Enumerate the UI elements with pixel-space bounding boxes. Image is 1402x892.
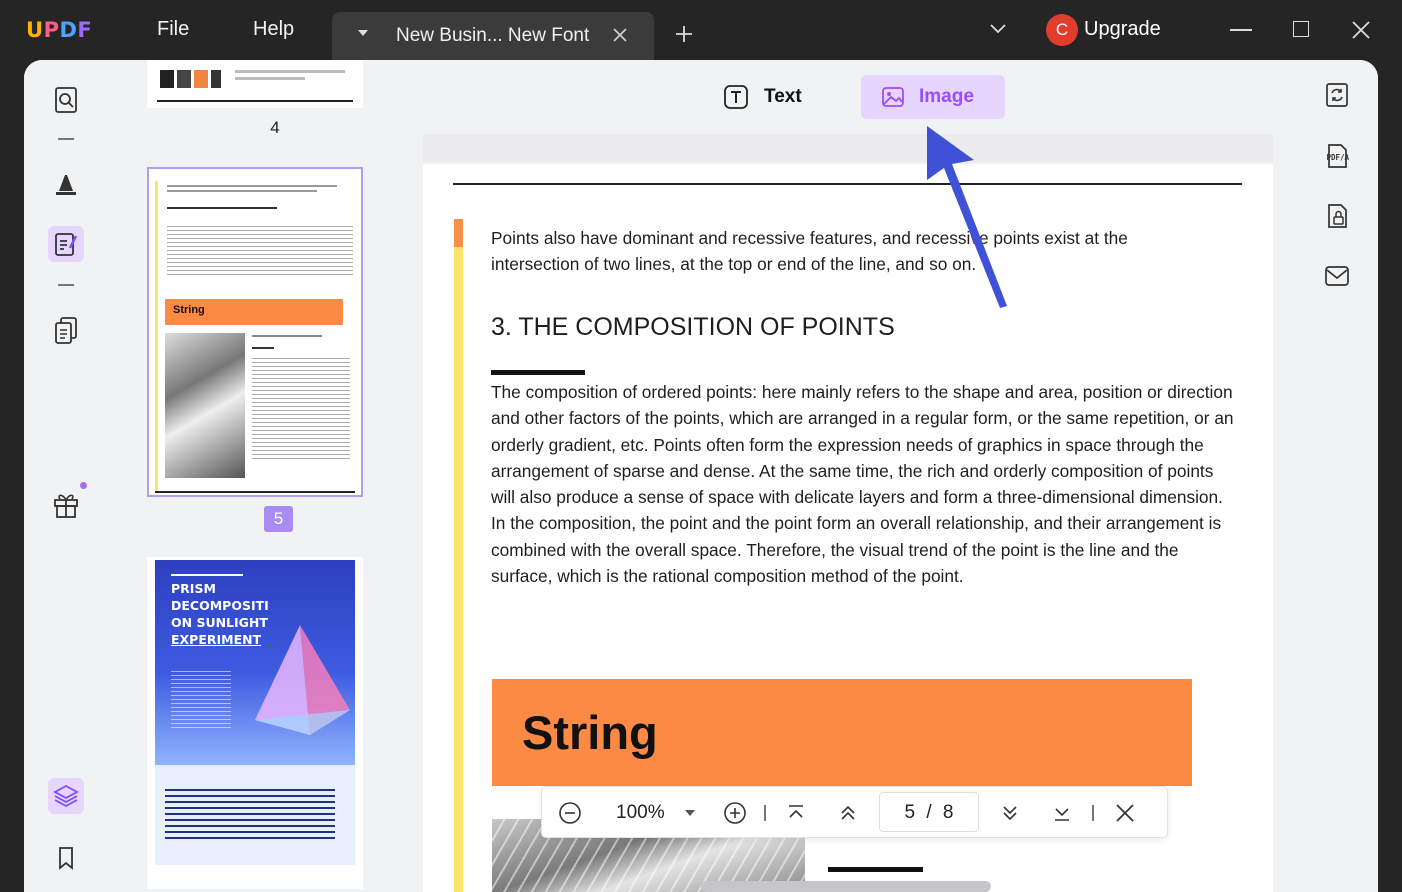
updf-logo: UPDF: [26, 18, 93, 42]
section-heading[interactable]: 3. THE COMPOSITION OF POINTS: [491, 313, 895, 342]
tab-close-icon[interactable]: [611, 26, 629, 44]
upgrade-button[interactable]: Upgrade: [1084, 18, 1161, 41]
pager-divider: [764, 805, 766, 821]
convert-icon[interactable]: [1324, 82, 1350, 108]
intro-paragraph[interactable]: Points also have dominant and recessive …: [491, 225, 1181, 278]
thumbnail-page-5[interactable]: String: [147, 167, 363, 497]
text-icon: [724, 85, 748, 109]
pages-icon: [55, 317, 77, 344]
layers-button[interactable]: [48, 778, 84, 814]
gift-icon: [54, 494, 78, 518]
rail-divider: [58, 284, 74, 286]
image-icon: [882, 87, 904, 107]
thumbnail-panel: 4 String 5 PRISM DECOMPOSITI ON SUNLIGHT…: [110, 60, 416, 892]
prism-image: [255, 625, 350, 735]
page-input[interactable]: 5 / 8: [879, 792, 979, 832]
title-bar: UPDF File Help New Busin... New Font C U…: [0, 0, 1402, 60]
document-tab[interactable]: New Busin... New Font: [332, 12, 654, 60]
horizontal-scrollbar[interactable]: [701, 881, 991, 892]
page-separator: /: [926, 802, 932, 823]
thumbnail-photo: [165, 333, 245, 478]
menu-file[interactable]: File: [157, 18, 189, 41]
heading-underline: [491, 370, 585, 375]
maximize-icon[interactable]: [1293, 21, 1309, 37]
text-mode-label: Text: [764, 86, 802, 107]
current-page: 5: [904, 802, 916, 823]
image-mode-button[interactable]: Image: [861, 75, 1005, 119]
new-tab-icon[interactable]: [674, 24, 694, 44]
pdf-page[interactable]: Points also have dominant and recessive …: [423, 164, 1273, 892]
zoom-in-icon[interactable]: [723, 801, 747, 825]
main-editor: Text Image Points also have dominant and…: [416, 60, 1294, 892]
right-toolbar: PDF/A: [1294, 60, 1378, 892]
protect-icon[interactable]: [1324, 203, 1350, 229]
page-navigator: 100% 5 / 8: [541, 786, 1168, 838]
last-page-icon[interactable]: [1050, 801, 1074, 825]
tab-title: New Busin... New Font: [396, 25, 590, 46]
tab-dropdown-icon[interactable]: [358, 30, 368, 36]
thumbnail-page-6[interactable]: PRISM DECOMPOSITI ON SUNLIGHT EXPERIMENT: [147, 557, 363, 889]
pager-divider: [1092, 805, 1094, 821]
window-close-icon[interactable]: [1351, 20, 1371, 40]
left-toolbar: [24, 60, 110, 892]
zoom-level[interactable]: 100%: [616, 802, 665, 824]
accent-bar-orange: [454, 219, 463, 247]
notification-dot: [80, 482, 87, 489]
accent-bar-yellow: [454, 247, 463, 892]
annotation-arrow-icon: [927, 126, 1007, 308]
next-page-icon[interactable]: [998, 801, 1022, 825]
comment-tool[interactable]: [48, 165, 84, 201]
avatar[interactable]: C: [1046, 14, 1078, 46]
body-paragraph[interactable]: The composition of ordered points: here …: [491, 379, 1236, 589]
bookmark-button[interactable]: [48, 840, 84, 876]
close-pager-icon[interactable]: [1113, 801, 1137, 825]
rail-divider: [58, 138, 74, 140]
chevron-down-icon[interactable]: [988, 22, 1008, 36]
minimize-icon[interactable]: [1230, 29, 1252, 31]
menu-help[interactable]: Help: [253, 18, 294, 41]
search-page-icon: [55, 87, 77, 113]
page-top-rule: [453, 183, 1242, 185]
organize-pages-tool[interactable]: [48, 312, 84, 348]
string-banner[interactable]: String: [492, 679, 1192, 786]
pdfa-icon[interactable]: PDF/A: [1324, 143, 1350, 169]
thumbnail-page-4[interactable]: [147, 60, 363, 108]
page-number-4: 4: [270, 118, 280, 137]
total-pages: 8: [942, 802, 954, 823]
caption-rule: [828, 867, 923, 872]
zoom-out-icon[interactable]: [558, 801, 582, 825]
thumbnail-prism-cover: PRISM DECOMPOSITI ON SUNLIGHT EXPERIMENT: [155, 560, 355, 765]
app-window: 4 String 5 PRISM DECOMPOSITI ON SUNLIGHT…: [24, 60, 1378, 892]
edit-pdf-tool[interactable]: [48, 226, 84, 262]
first-page-icon[interactable]: [784, 801, 808, 825]
previous-page-edge: [423, 134, 1273, 162]
gift-button[interactable]: [48, 486, 84, 522]
layers-icon: [53, 784, 79, 808]
bookmark-icon: [59, 847, 73, 870]
text-mode-button[interactable]: Text: [722, 75, 828, 119]
string-banner-text: String: [522, 706, 658, 759]
thumbnail-banner: String: [165, 299, 343, 325]
reader-tool[interactable]: [48, 82, 84, 118]
image-mode-label: Image: [919, 86, 974, 107]
svg-text:PDF/A: PDF/A: [1327, 153, 1350, 162]
zoom-dropdown-icon[interactable]: [685, 810, 695, 816]
previous-page-icon[interactable]: [836, 801, 860, 825]
edit-document-icon: [55, 233, 78, 256]
highlighter-icon: [56, 175, 76, 195]
mail-icon[interactable]: [1324, 263, 1350, 289]
page-number-5: 5: [264, 506, 293, 532]
